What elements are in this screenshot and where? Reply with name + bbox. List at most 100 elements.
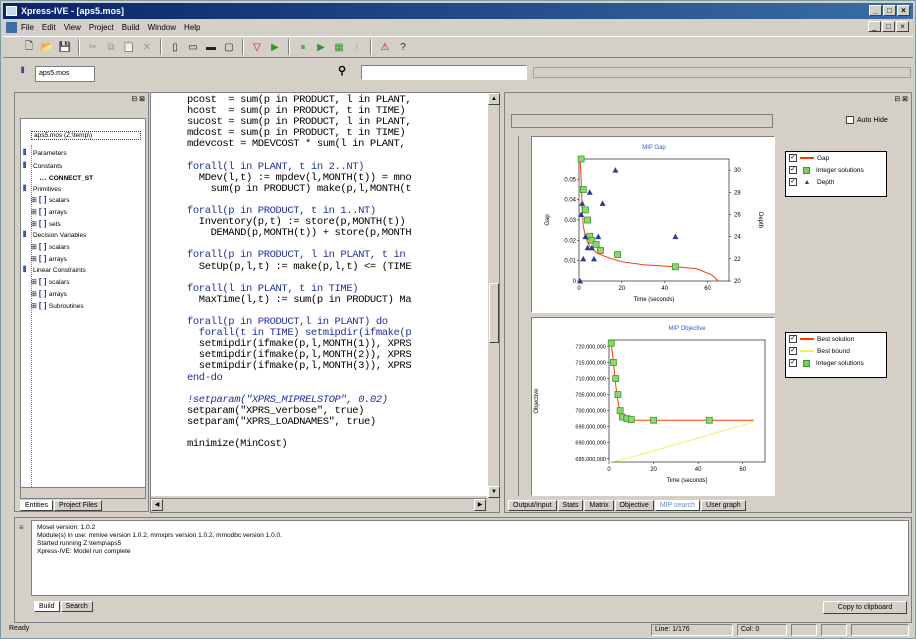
tab-user-graph[interactable]: User graph	[701, 500, 746, 511]
menu-file[interactable]: File	[21, 23, 34, 32]
node-icon: [ ]	[38, 254, 47, 263]
tree-item[interactable]: ⊞[ ] Subroutines	[31, 302, 84, 311]
matrix-icon[interactable]: ▦	[331, 39, 347, 55]
integer-solution-point	[672, 263, 679, 271]
tree-item[interactable]: ⊞[ ] arrays	[31, 254, 67, 264]
menu-project[interactable]: Project	[89, 23, 114, 32]
minimize-button[interactable]: _	[869, 5, 882, 16]
object-icon[interactable]: ▯	[167, 39, 183, 55]
file-tab[interactable]: aps5.mos	[35, 66, 95, 82]
code-editor[interactable]: pcost = sum(p in PRODUCT, l in PLANT, hco…	[151, 93, 487, 496]
menu-edit[interactable]: Edit	[42, 23, 56, 32]
restore-icon[interactable]: ▬	[203, 39, 219, 55]
code-line: end-do	[187, 371, 223, 384]
menu-window[interactable]: Window	[148, 23, 176, 32]
title-bar[interactable]: Xpress-IVE - [aps5.mos] _ □ ×	[3, 3, 913, 19]
tree-item[interactable]: ⊞[ ] sets	[31, 220, 61, 229]
alert-icon[interactable]: ⚠	[377, 39, 393, 55]
doc-close-button[interactable]: ×	[896, 21, 909, 32]
menu-help[interactable]: Help	[184, 23, 200, 32]
tree-item[interactable]: … CONNECT_ST	[39, 174, 93, 182]
save-icon[interactable]: 💾	[57, 39, 73, 55]
scroll-right-icon[interactable]: ▶	[474, 499, 486, 511]
menu-build[interactable]: Build	[122, 23, 140, 32]
chart-title: MIP Gap	[642, 145, 666, 151]
expand-icon[interactable]: ⊞	[31, 196, 37, 204]
help-icon[interactable]: ?	[395, 39, 411, 55]
auto-hide-checkbox[interactable]	[846, 116, 854, 124]
legend-checkbox[interactable]: ✓	[789, 359, 797, 367]
panel-controls[interactable]: ⊟ ⊠	[131, 95, 145, 103]
tree-item[interactable]: ⫴ Primitives	[23, 185, 61, 193]
run-progress	[511, 114, 773, 128]
code-line: MaxTime(l,t) := sum(p in PRODUCT) Ma	[187, 293, 412, 306]
cut-icon[interactable]: ✂	[85, 39, 101, 55]
editor-vscroll[interactable]: ▲ ▼	[487, 93, 500, 498]
expand-icon[interactable]: ⊞	[31, 220, 37, 228]
doc-minimize-button[interactable]: _	[868, 21, 881, 32]
check-icon[interactable]: ▽	[249, 39, 265, 55]
expand-icon[interactable]: ⊞	[31, 255, 37, 263]
copy-to-clipboard-button[interactable]: Copy to clipboard	[823, 601, 907, 614]
legend-swatch	[803, 359, 810, 367]
play-icon[interactable]: ▶	[313, 39, 329, 55]
tab-objective[interactable]: Objective	[614, 500, 654, 511]
tree-item[interactable]: ⊞[ ] arrays	[31, 290, 67, 299]
scroll-thumb[interactable]	[489, 283, 499, 343]
menu-view[interactable]: View	[64, 23, 81, 32]
paste-icon[interactable]: 📋	[121, 39, 137, 55]
tree-item[interactable]: ⫴ Linear Constraints	[23, 266, 86, 274]
new-icon[interactable]: 🗋	[21, 39, 37, 55]
tree-item[interactable]: ⫴ Decision Variables	[23, 231, 86, 239]
editor-hscroll[interactable]: ◀ ▶	[151, 498, 487, 511]
copy-icon[interactable]: ⧉	[103, 39, 119, 55]
tree-item[interactable]: ⫴ Constants	[23, 162, 62, 170]
tab-project-files[interactable]: Project Files	[53, 500, 103, 511]
minimize-icon[interactable]: ▭	[185, 39, 201, 55]
scroll-down-icon[interactable]: ▼	[488, 486, 500, 498]
tree-item[interactable]: ⊞[ ] scalars	[31, 243, 69, 252]
tab-entities[interactable]: Entities	[20, 500, 53, 511]
expand-icon[interactable]: ⊞	[31, 278, 37, 286]
pause-icon[interactable]: ⏸	[295, 39, 311, 55]
delete-icon[interactable]: ✕	[139, 39, 155, 55]
window-icon[interactable]: ▢	[221, 39, 237, 55]
tree-file-node[interactable]: aps5.mos (Z:\temp\)	[31, 131, 141, 140]
expand-icon[interactable]: ⊞	[31, 208, 37, 216]
legend-checkbox[interactable]: ✓	[789, 178, 797, 186]
tab-stats[interactable]: Stats	[557, 500, 584, 511]
search-input[interactable]	[361, 65, 527, 80]
mip-gap-chart-panel: MIP Gap Time (seconds) Gap Depth 0 20 40 60 0 0.0…	[531, 136, 775, 315]
y2-axis-label: Depth	[757, 212, 763, 228]
tree-item[interactable]: ⊞[ ] arrays	[31, 208, 67, 217]
tree-item[interactable]: ⊞[ ] scalars	[31, 278, 69, 287]
close-button[interactable]: ×	[897, 5, 910, 16]
left-hscroll[interactable]	[20, 487, 146, 499]
splitter[interactable]	[513, 136, 519, 496]
binoculars-icon[interactable]: ⚲	[338, 64, 346, 77]
doc-restore-button[interactable]: □	[882, 21, 895, 32]
tab-build[interactable]: Build	[34, 601, 60, 612]
expand-icon[interactable]: ⊞	[31, 243, 37, 251]
tab-matrix[interactable]: Matrix	[584, 500, 614, 511]
expand-icon[interactable]: ⊞	[31, 302, 37, 310]
expand-icon[interactable]: ⊞	[31, 290, 37, 298]
tab-search[interactable]: Search	[60, 601, 93, 612]
tree-item[interactable]: ⫴ Parameters	[23, 149, 67, 157]
tree-item[interactable]: ⊞[ ] scalars	[31, 196, 69, 205]
legend-checkbox[interactable]: ✓	[789, 335, 797, 343]
scroll-left-icon[interactable]: ◀	[151, 499, 163, 511]
legend-checkbox[interactable]: ✓	[789, 347, 797, 355]
legend-checkbox[interactable]: ✓	[789, 154, 797, 162]
scroll-up-icon[interactable]: ▲	[488, 93, 500, 105]
panel-controls-right[interactable]: ⊟ ⊠	[894, 95, 908, 103]
legend-checkbox[interactable]: ✓	[789, 166, 797, 174]
maximize-button[interactable]: □	[883, 5, 896, 16]
run-icon[interactable]: ▶	[267, 39, 283, 55]
mip-gap-chart: MIP GapTime (seconds)Gap Depth0 20 40 6000.0…	[532, 137, 775, 315]
open-icon[interactable]: 📂	[39, 39, 55, 55]
debug-icon[interactable]: ⁞	[349, 39, 365, 55]
auto-hide-toggle[interactable]: Auto Hide	[846, 116, 888, 124]
tab-output-input[interactable]: Output/Input	[508, 500, 557, 511]
tab-mip-search[interactable]: MIP search	[654, 500, 701, 511]
